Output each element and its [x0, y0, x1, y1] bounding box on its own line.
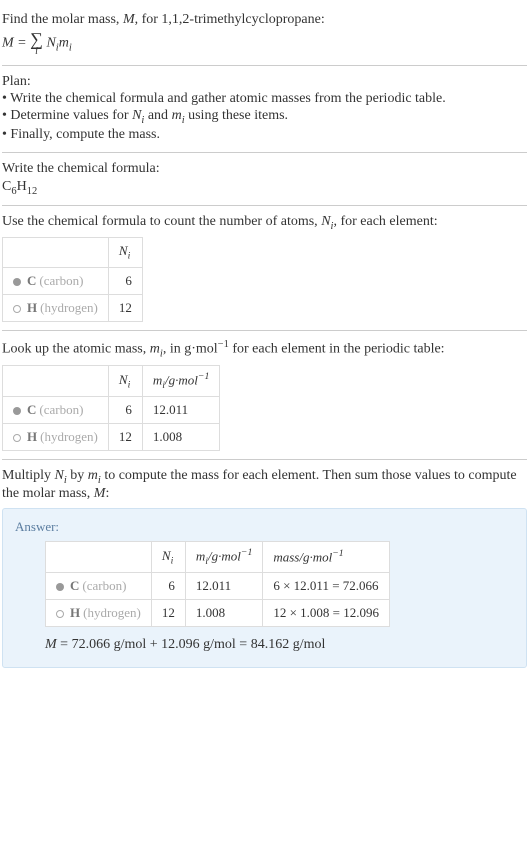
n-cell: 12 — [108, 294, 142, 321]
elem-cell-h: H(hydrogen) — [3, 294, 109, 321]
bullet-open-icon — [13, 305, 21, 313]
n-cell: 12 — [108, 424, 142, 451]
count-section: Use the chemical formula to count the nu… — [2, 206, 527, 331]
bullet-open-icon — [13, 434, 21, 442]
mass-text: Look up the atomic mass, mi, in g·mol−1 … — [2, 339, 527, 359]
elem-cell-c: C(carbon) — [46, 573, 152, 600]
multiply-text: Multiply Ni by mi to compute the mass fo… — [2, 468, 527, 502]
mass-table: Ni mi/g·mol−1 C(carbon) 6 12.011 H(hydro… — [2, 365, 220, 451]
intro-m: M — [123, 12, 135, 27]
header-m: mi/g·mol−1 — [185, 542, 262, 573]
intro-text-a: Find the molar mass, — [2, 12, 123, 27]
table-row: C(carbon) 6 12.011 6 × 12.011 = 72.066 — [46, 573, 390, 600]
answer-label: Answer: — [15, 519, 514, 535]
chem-formula-section: Write the chemical formula: C6H12 — [2, 153, 527, 206]
n-cell: 6 — [108, 267, 142, 294]
formula-m-sub: i — [69, 43, 72, 54]
table-header-row: Ni — [3, 238, 143, 268]
header-n: Ni — [151, 542, 185, 573]
bullet-solid-icon — [56, 583, 64, 591]
m-cell: 12.011 — [142, 397, 219, 424]
intro-section: Find the molar mass, M, for 1,1,2-trimet… — [2, 4, 527, 66]
multiply-section: Multiply Ni by mi to compute the mass fo… — [2, 460, 527, 676]
m-cell: 1.008 — [185, 600, 262, 627]
calc-cell: 6 × 12.011 = 72.066 — [263, 573, 390, 600]
header-blank — [46, 542, 152, 573]
chem-formula-title: Write the chemical formula: — [2, 161, 527, 177]
bullet-solid-icon — [13, 407, 21, 415]
header-blank — [3, 366, 109, 397]
intro-text-b: , for 1,1,2-trimethylcyclopropane: — [135, 12, 325, 27]
mass-section: Look up the atomic mass, mi, in g·mol−1 … — [2, 331, 527, 460]
n-cell: 6 — [108, 397, 142, 424]
n-cell: 12 — [151, 600, 185, 627]
table-row: H(hydrogen) 12 1.008 — [3, 424, 220, 451]
bullet-open-icon — [56, 610, 64, 618]
plan-line-2: • Determine values for Ni and mi using t… — [2, 108, 527, 126]
header-blank — [3, 238, 109, 268]
plan-line-1: • Write the chemical formula and gather … — [2, 91, 527, 107]
elem-cell-h: H(hydrogen) — [46, 600, 152, 627]
elem-cell-c: C(carbon) — [3, 397, 109, 424]
table-header-row: Ni mi/g·mol−1 mass/g·mol−1 — [46, 542, 390, 573]
elem-cell-c: C(carbon) — [3, 267, 109, 294]
m-cell: 1.008 — [142, 424, 219, 451]
table-row: C(carbon) 6 — [3, 267, 143, 294]
header-n: Ni — [108, 366, 142, 397]
table-row: C(carbon) 6 12.011 — [3, 397, 220, 424]
intro-line: Find the molar mass, M, for 1,1,2-trimet… — [2, 12, 527, 28]
n-cell: 6 — [151, 573, 185, 600]
formula-N: N — [43, 36, 56, 51]
plan-title: Plan: — [2, 74, 527, 90]
header-m: mi/g·mol−1 — [142, 366, 219, 397]
answer-table: Ni mi/g·mol−1 mass/g·mol−1 C(carbon) 6 1… — [45, 541, 390, 627]
m-cell: 12.011 — [185, 573, 262, 600]
plan-section: Plan: • Write the chemical formula and g… — [2, 66, 527, 153]
formula-m: m — [59, 36, 69, 51]
elem-cell-h: H(hydrogen) — [3, 424, 109, 451]
bullet-solid-icon — [13, 278, 21, 286]
plan-line-3: • Finally, compute the mass. — [2, 127, 527, 143]
header-mass: mass/g·mol−1 — [263, 542, 390, 573]
table-row: H(hydrogen) 12 — [3, 294, 143, 321]
answer-box: Answer: Ni mi/g·mol−1 mass/g·mol−1 C(car… — [2, 508, 527, 668]
calc-cell: 12 × 1.008 = 12.096 — [263, 600, 390, 627]
table-header-row: Ni mi/g·mol−1 — [3, 366, 220, 397]
table-row: H(hydrogen) 12 1.008 12 × 1.008 = 12.096 — [46, 600, 390, 627]
count-table: Ni C(carbon) 6 H(hydrogen) 12 — [2, 237, 143, 322]
header-n: Ni — [108, 238, 142, 268]
sum-symbol: ∑i — [30, 30, 43, 57]
final-result: M = 72.066 g/mol + 12.096 g/mol = 84.162… — [45, 637, 514, 653]
chem-formula: C6H12 — [2, 179, 527, 197]
intro-formula: M = ∑i Nimi — [2, 30, 527, 57]
formula-left: M = — [2, 36, 30, 51]
count-text: Use the chemical formula to count the nu… — [2, 214, 527, 232]
